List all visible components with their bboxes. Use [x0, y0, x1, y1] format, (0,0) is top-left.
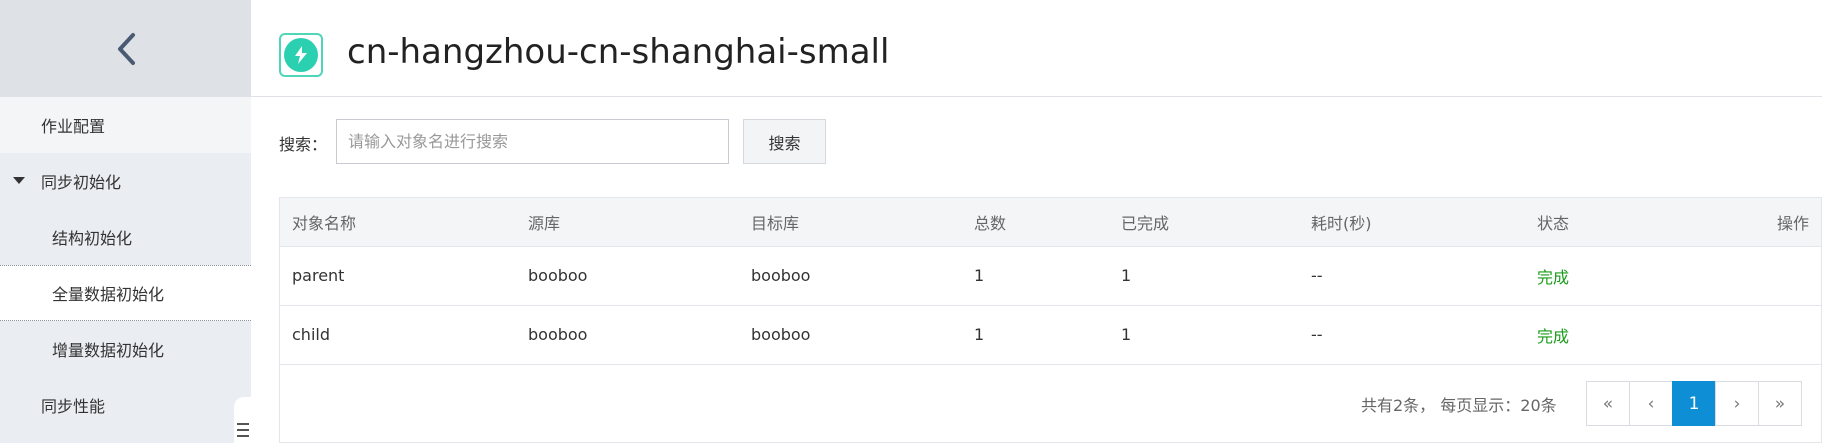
search-button[interactable]: 搜索: [743, 119, 826, 164]
menu-icon-line: [237, 429, 249, 431]
sidebar-item-incremental-data-init[interactable]: 增量数据初始化: [0, 321, 251, 377]
pagination: « ‹ 1 › »: [1586, 381, 1802, 426]
menu-icon-line: [237, 435, 249, 437]
cell-total: 1: [962, 246, 1109, 306]
search-input[interactable]: [336, 119, 729, 164]
page-title: cn-hangzhou-cn-shanghai-small: [347, 32, 890, 72]
cell-status: 完成: [1525, 246, 1685, 306]
sidebar-item-schema-init[interactable]: 结构初始化: [0, 209, 251, 265]
cloud-lightning-icon: [279, 33, 323, 77]
cell-total: 1: [962, 305, 1109, 365]
main-content: cn-hangzhou-cn-shanghai-small 搜索： 搜索 对象名…: [251, 0, 1822, 443]
caret-down-icon: [13, 177, 25, 184]
column-header-target-db[interactable]: 目标库: [739, 198, 962, 247]
column-header-completed[interactable]: 已完成: [1109, 198, 1299, 247]
cell-object-name: parent: [280, 246, 516, 306]
sidebar-item-label: 同步性能: [41, 397, 106, 416]
cell-completed: 1: [1109, 305, 1299, 365]
chevron-left-icon[interactable]: [115, 32, 137, 66]
menu-icon-line: [237, 423, 249, 425]
column-header-status[interactable]: 状态: [1525, 198, 1685, 247]
next-page-button[interactable]: ›: [1715, 381, 1759, 426]
sidebar-item-label: 同步初始化: [41, 173, 122, 192]
column-header-time[interactable]: 耗时(秒): [1299, 198, 1525, 247]
cell-completed: 1: [1109, 246, 1299, 306]
table-header-row: 对象名称 源库 目标库 总数 已完成 耗时(秒) 状态 操作: [280, 198, 1821, 247]
first-page-button[interactable]: «: [1586, 381, 1630, 426]
page-header: cn-hangzhou-cn-shanghai-small: [251, 0, 1822, 97]
cell-target-db: booboo: [739, 305, 962, 365]
cell-source-db: booboo: [516, 246, 739, 306]
cell-target-db: booboo: [739, 246, 962, 306]
cell-time: --: [1299, 246, 1525, 306]
pagination-info: 共有2条， 每页显示：20条: [1361, 396, 1557, 415]
cell-object-name: child: [280, 305, 516, 365]
column-header-object-name[interactable]: 对象名称: [280, 198, 516, 247]
sidebar-item-full-data-init[interactable]: 全量数据初始化: [0, 265, 251, 321]
last-page-button[interactable]: »: [1758, 381, 1802, 426]
cell-actions: [1685, 246, 1821, 306]
sidebar-item-label: 全量数据初始化: [52, 285, 165, 304]
table-row: child booboo booboo 1 1 -- 完成: [280, 305, 1821, 365]
cell-actions: [1685, 305, 1821, 365]
cell-source-db: booboo: [516, 305, 739, 365]
collapse-sidebar-button[interactable]: [234, 397, 251, 443]
table-row: parent booboo booboo 1 1 -- 完成: [280, 246, 1821, 306]
sidebar-item-label: 作业配置: [41, 117, 106, 136]
sidebar-item-label: 结构初始化: [52, 229, 133, 248]
sidebar-item-job-config[interactable]: 作业配置: [0, 97, 251, 153]
cell-status: 完成: [1525, 305, 1685, 365]
cell-time: --: [1299, 305, 1525, 365]
sidebar-item-sync-performance[interactable]: 同步性能: [0, 377, 251, 433]
column-header-total[interactable]: 总数: [962, 198, 1109, 247]
sidebar-item-label: 增量数据初始化: [52, 341, 165, 360]
sidebar: 作业配置 同步初始化 结构初始化 全量数据初始化 增量数据初始化 同步性能: [0, 0, 251, 443]
sidebar-item-sync-init[interactable]: 同步初始化: [0, 153, 251, 209]
column-header-source-db[interactable]: 源库: [516, 198, 739, 247]
sidebar-back-area[interactable]: [0, 0, 251, 97]
page-1-button[interactable]: 1: [1672, 381, 1716, 426]
column-header-actions: 操作: [1685, 198, 1821, 247]
prev-page-button[interactable]: ‹: [1629, 381, 1673, 426]
search-label: 搜索：: [279, 135, 328, 154]
